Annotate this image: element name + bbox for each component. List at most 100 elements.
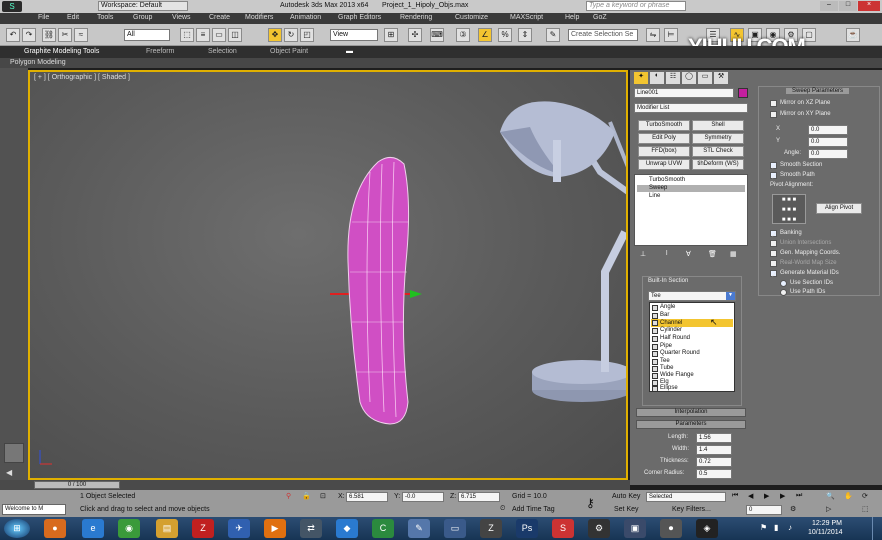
- utilities-tab-icon[interactable]: ⚒: [714, 72, 728, 84]
- link-icon[interactable]: ⛓: [42, 28, 56, 42]
- pin-stack-icon[interactable]: ⊥: [640, 250, 650, 260]
- start-button-icon[interactable]: ⊞: [4, 519, 30, 538]
- y-coord-field[interactable]: -0.0: [402, 492, 444, 502]
- window-crossing-icon[interactable]: ◫: [228, 28, 242, 42]
- workspace-dropdown[interactable]: Workspace: Default: [98, 1, 188, 11]
- list-item-tube[interactable]: Tube: [660, 365, 673, 372]
- settings-taskbar-icon[interactable]: ⚙: [588, 519, 610, 538]
- goto-start-icon[interactable]: ⏮: [732, 492, 738, 500]
- x-coord-field[interactable]: 6.581: [346, 492, 388, 502]
- create-tab-icon[interactable]: ✦: [634, 72, 648, 84]
- use-section-ids-radio[interactable]: [780, 280, 787, 287]
- length-field[interactable]: 1.56: [696, 433, 732, 443]
- tray-flag-icon[interactable]: ⚑: [760, 523, 767, 532]
- search-input[interactable]: Type a keyword or phrase: [586, 1, 686, 11]
- tray-network-icon[interactable]: ▮: [774, 523, 778, 532]
- 3dsmax-taskbar-icon[interactable]: S: [552, 519, 574, 538]
- prev-frame-icon[interactable]: ◀: [748, 492, 753, 500]
- percent-snap-icon[interactable]: %: [498, 28, 512, 42]
- list-item-half-round[interactable]: Half Round: [660, 335, 690, 342]
- ribbon-polygon-modeling[interactable]: Polygon Modeling: [10, 59, 66, 66]
- key-icon[interactable]: ⚷: [586, 496, 595, 510]
- dropbox-icon[interactable]: ◆: [336, 519, 358, 538]
- parameters-rollout[interactable]: Parameters: [636, 420, 746, 429]
- hierarchy-tab-icon[interactable]: ☷: [666, 72, 680, 84]
- play-icon[interactable]: ▶: [764, 492, 769, 500]
- turbosmooth-button[interactable]: TurboSmooth: [638, 120, 690, 131]
- snap-toggle-icon[interactable]: ③: [456, 28, 470, 42]
- align-pivot-button[interactable]: Align Pivot: [816, 203, 862, 214]
- selection-lock-icon[interactable]: 🔒: [302, 492, 311, 500]
- y-offset-field[interactable]: 0.0: [808, 137, 848, 147]
- symmetry-button[interactable]: Symmetry: [692, 133, 744, 144]
- app-logo-icon[interactable]: S: [2, 1, 22, 12]
- make-unique-icon[interactable]: ∀: [686, 250, 696, 260]
- dropdown-arrow-icon[interactable]: ▼: [726, 292, 735, 300]
- corner-radius-field[interactable]: 0.5: [696, 469, 732, 479]
- list-item-tee[interactable]: Tee: [660, 358, 670, 365]
- maximize-button[interactable]: □: [839, 1, 857, 11]
- angle-field[interactable]: 0.0: [808, 149, 848, 159]
- unity-icon[interactable]: ◈: [696, 519, 718, 538]
- menu-help[interactable]: Help: [565, 14, 579, 21]
- zbrush-icon[interactable]: Z: [480, 519, 502, 538]
- banking-checkbox[interactable]: ✓: [770, 230, 777, 239]
- menu-group[interactable]: Group: [133, 14, 152, 21]
- rect-selection-icon[interactable]: ▭: [212, 28, 226, 42]
- spinner-snap-icon[interactable]: ⇕: [518, 28, 532, 42]
- list-item-wide-flange[interactable]: Wide Flange: [660, 372, 694, 379]
- chrome-icon[interactable]: ◉: [118, 519, 140, 538]
- undo-icon[interactable]: ↶: [6, 28, 20, 42]
- filezilla-icon[interactable]: Z: [192, 519, 214, 538]
- gen-mapping-checkbox[interactable]: [770, 250, 777, 257]
- notepad-icon[interactable]: ✎: [408, 519, 430, 538]
- menu-customize[interactable]: Customize: [455, 14, 488, 21]
- object-color-swatch[interactable]: [738, 88, 748, 98]
- configure-sets-icon[interactable]: ▦: [730, 250, 740, 260]
- align-icon[interactable]: ⊨: [664, 28, 678, 42]
- gen-material-checkbox[interactable]: ✓: [770, 270, 777, 279]
- scroll-arrow-icon[interactable]: ◀: [6, 468, 12, 477]
- show-end-result-icon[interactable]: ⏽: [664, 250, 674, 260]
- zoom-icon[interactable]: 🔍: [826, 492, 835, 500]
- recorder-icon[interactable]: ⏺: [660, 519, 682, 538]
- bind-spacewarp-icon[interactable]: ≈: [74, 28, 88, 42]
- pivot-center-icon[interactable]: ⊞: [384, 28, 398, 42]
- stack-item-line[interactable]: Line: [637, 193, 745, 200]
- fov-icon[interactable]: ▷: [826, 505, 831, 513]
- mirror-icon[interactable]: ⇋: [646, 28, 660, 42]
- ie-icon[interactable]: e: [82, 519, 104, 538]
- render-icon[interactable]: ☕: [846, 28, 860, 42]
- menu-graph-editors[interactable]: Graph Editors: [338, 14, 381, 21]
- stack-item-turbosmooth[interactable]: TurboSmooth: [637, 177, 745, 184]
- firefox-icon[interactable]: ●: [44, 519, 66, 538]
- stl-check-button[interactable]: STL Check: [692, 146, 744, 157]
- clock-time[interactable]: 12:29 PM: [812, 520, 842, 527]
- monitor-icon[interactable]: ▭: [444, 519, 466, 538]
- isolate-selection-icon[interactable]: ⚲: [286, 492, 291, 500]
- time-slider-thumb[interactable]: 0 / 100: [34, 481, 120, 489]
- menu-tools[interactable]: Tools: [97, 14, 113, 21]
- goto-end-icon[interactable]: ⏭: [796, 492, 802, 500]
- tab-selection[interactable]: Selection: [208, 48, 237, 55]
- menu-goz[interactable]: GoZ: [593, 14, 607, 21]
- network-icon[interactable]: ⇄: [300, 519, 322, 538]
- list-item-ellipse[interactable]: Ellipse: [660, 385, 678, 392]
- unwrap-uvw-button[interactable]: Unwrap UVW: [638, 159, 690, 170]
- tab-freeform[interactable]: Freeform: [146, 48, 174, 55]
- selected-dropdown[interactable]: Selected: [646, 492, 726, 502]
- menu-views[interactable]: Views: [172, 14, 191, 21]
- media-player-icon[interactable]: ▶: [264, 519, 286, 538]
- time-tag-icon[interactable]: ⏲: [500, 505, 505, 513]
- minimize-button[interactable]: –: [820, 1, 838, 11]
- next-frame-icon[interactable]: ▶: [780, 492, 785, 500]
- orbit-icon[interactable]: ⟳: [862, 492, 868, 500]
- scale-icon[interactable]: ◰: [300, 28, 314, 42]
- current-frame-field[interactable]: 0: [746, 505, 782, 515]
- stack-item-sweep[interactable]: Sweep: [637, 185, 745, 192]
- pan-icon[interactable]: ✋: [844, 492, 853, 500]
- tray-volume-icon[interactable]: ♪: [788, 523, 792, 532]
- list-item-cylinder[interactable]: Cylinder: [660, 327, 682, 334]
- use-path-ids-radio[interactable]: [780, 289, 787, 296]
- add-time-tag[interactable]: Add Time Tag: [512, 506, 555, 513]
